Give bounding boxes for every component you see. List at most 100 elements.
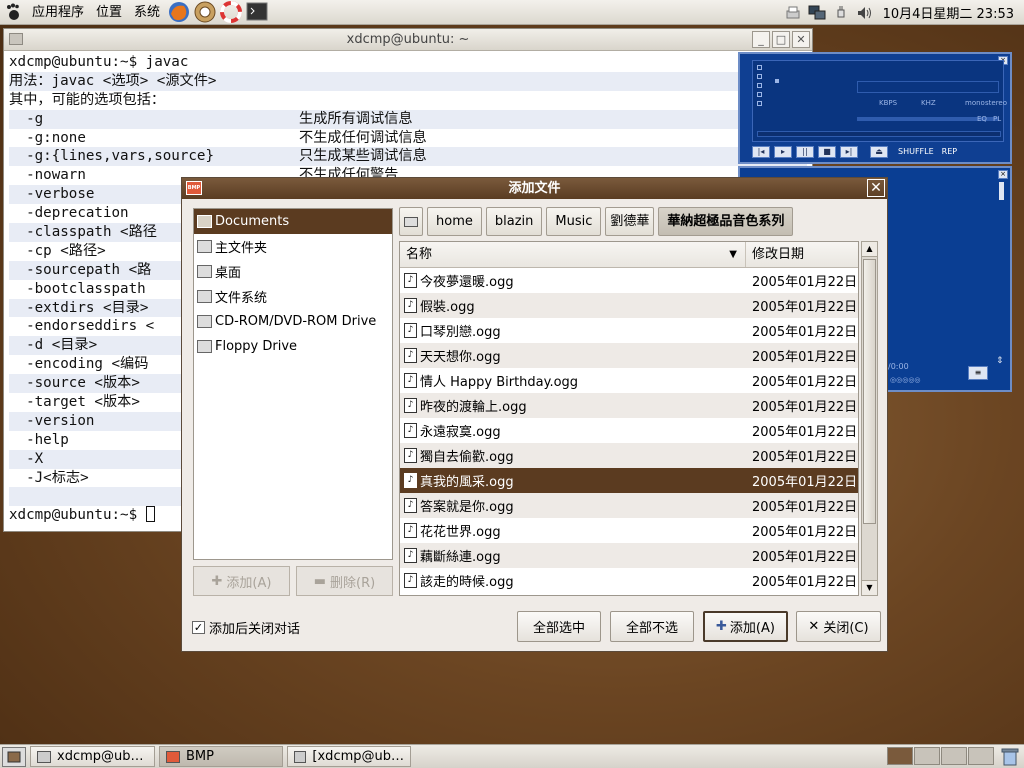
path-button-home[interactable]: home [427,207,482,236]
bmp-play-button[interactable]: ▸ [774,146,792,158]
terminal-line: 其中，可能的选项包括： [9,91,807,110]
volume-icon[interactable] [856,4,874,22]
audio-file-icon: ♪ [404,473,417,488]
taskbar-item-bmp[interactable]: BMP [159,746,283,767]
path-button-music[interactable]: Music [546,207,602,236]
window-menu-icon[interactable] [9,33,23,45]
file-list-scrollbar[interactable]: ▲ ▼ [861,241,878,596]
dialog-titlebar[interactable]: BMP 添加文件 ✕ [182,178,887,199]
taskbar-item-terminal-2[interactable]: [xdcmp@ub… [287,746,411,767]
bmp-pl-toggle[interactable]: PL [993,115,1001,123]
file-row[interactable]: ♪ 昨夜的渡輪上.ogg 2005年01月22日 [400,393,858,418]
add-place-label: 添加(A) [226,575,272,591]
maximize-button[interactable]: □ [772,31,790,48]
select-none-button[interactable]: 全部不选 [610,611,694,642]
workspace-4[interactable] [968,747,994,765]
path-root-button[interactable] [399,207,423,236]
gnome-foot-icon[interactable] [4,2,24,22]
clock[interactable]: 10月4日星期二 23:53 [883,3,1014,22]
workspace-2[interactable] [914,747,940,765]
bmp-seek-bar[interactable] [757,131,1001,137]
terminal-icon [294,750,307,763]
file-name-cell: ♪ 該走的時候.ogg [400,571,746,590]
place-item[interactable]: Floppy Drive [194,334,392,359]
bmp-next-button[interactable]: ▸| [840,146,858,158]
bmp-repeat-toggle[interactable]: REP [942,146,957,158]
menu-system[interactable]: 系统 [128,0,166,25]
remove-place-button[interactable]: ▬ 删除(R) [296,566,393,596]
place-item[interactable]: 主文件夹 [194,234,392,259]
place-item[interactable]: 桌面 [194,259,392,284]
select-all-button[interactable]: 全部选中 [517,611,601,642]
place-item[interactable]: Documents [194,209,392,234]
file-date: 2005年01月22日 [752,550,858,565]
file-row[interactable]: ♪ 永遠寂寞.ogg 2005年01月22日 [400,418,858,443]
help-icon[interactable] [194,1,216,23]
path-button-blazin[interactable]: blazin [485,207,543,236]
scroll-down-icon[interactable]: ▼ [862,580,877,595]
place-item[interactable]: CD-ROM/DVD-ROM Drive [194,309,392,334]
bmp-playlist-scroll-arrows[interactable]: ⇕ [996,356,1004,370]
file-row[interactable]: ♪ 口琴別戀.ogg 2005年01月22日 [400,318,858,343]
path-button-current[interactable]: 華納超極品音色系列 [658,207,794,236]
close-after-add-checkbox[interactable]: ✓ [192,621,205,634]
trash-icon[interactable] [1000,747,1020,766]
place-item[interactable]: 文件系统 [194,284,392,309]
close-after-add-checkbox-row[interactable]: ✓ 添加后关闭对话 [192,618,300,637]
bmp-eject-button[interactable]: ⏏ [870,146,888,158]
close-button[interactable]: ✕ [792,31,810,48]
file-row[interactable]: ♪ 獨自去偷歡.ogg 2005年01月22日 [400,443,858,468]
bmp-pause-button[interactable]: || [796,146,814,158]
bmp-prev-button[interactable]: |◂ [752,146,770,158]
workspace-3[interactable] [941,747,967,765]
place-label: 主文件夹 [215,241,268,256]
file-name-cell: ♪ 藕斷絲連.ogg [400,546,746,565]
show-desktop-icon[interactable] [2,746,26,767]
bmp-eq-toggle[interactable]: EQ [977,115,987,123]
dialog-close-icon[interactable]: ✕ [867,179,885,197]
file-row[interactable]: ♪ 藕斷絲連.ogg 2005年01月22日 [400,543,858,568]
lifebuoy-icon[interactable] [220,1,243,23]
add-place-button[interactable]: ✚ 添加(A) [193,566,290,596]
workspace-1[interactable] [887,747,913,765]
name-column-header[interactable]: 名称 ▼ [400,242,746,267]
menu-applications[interactable]: 应用程序 [26,0,90,25]
file-name-cell: ♪ 真我的風采.ogg [400,471,746,490]
file-date: 2005年01月22日 [752,400,858,415]
file-name: 藕斷絲連.ogg [420,550,501,565]
firefox-icon[interactable] [168,1,190,23]
terminal-titlebar[interactable]: xdcmp@ubuntu: ~ _ □ ✕ [4,29,812,51]
file-row[interactable]: ♪ 該走的時候.ogg 2005年01月22日 [400,568,858,593]
file-row[interactable]: ♪ 情人 Happy Birthday.ogg 2005年01月22日 [400,368,858,393]
close-dialog-button[interactable]: ✕ 关闭(C) [796,611,881,642]
printer-icon[interactable] [784,4,802,22]
minimize-button[interactable]: _ [752,31,770,48]
scroll-thumb[interactable] [863,259,876,524]
terminal-icon[interactable] [246,1,268,23]
file-row[interactable]: ♪ 假裝.ogg 2005年01月22日 [400,293,858,318]
file-name: 永遠寂寞.ogg [420,425,501,440]
bottom-panel: xdcmp@ub… BMP [xdcmp@ub… [0,744,1024,768]
bmp-playlist-menu-button[interactable]: ≡ [968,366,988,380]
taskbar-item-terminal[interactable]: xdcmp@ub… [30,746,155,767]
bmp-shuffle-toggle[interactable]: SHUFFLE [898,146,934,158]
add-button[interactable]: ✚ 添加(A) [703,611,788,642]
date-column-header[interactable]: 修改日期 [746,242,804,267]
file-row[interactable]: ♪ 答案就是你.ogg 2005年01月22日 [400,493,858,518]
scroll-up-icon[interactable]: ▲ [862,242,877,257]
file-row[interactable]: ♪ 花花世界.ogg 2005年01月22日 [400,518,858,543]
floppy-icon [197,340,212,353]
file-row[interactable]: ♪ 今夜夢還暖.ogg 2005年01月22日 [400,268,858,293]
power-plug-icon[interactable] [832,4,850,22]
taskbar-item-label: [xdcmp@ub… [312,749,404,764]
bmp-playlist-mini-controls[interactable]: ◎◎◎◎◎ [890,376,921,384]
bmp-playlist-close-icon[interactable]: × [998,170,1008,179]
menu-places[interactable]: 位置 [90,0,128,25]
bmp-stop-button[interactable]: ■ [818,146,836,158]
file-row[interactable]: ♪ 真我的風采.ogg 2005年01月22日 [400,468,858,493]
file-date: 2005年01月22日 [752,325,858,340]
network-icon[interactable] [808,4,826,22]
bmp-playlist-scrollbar[interactable] [999,182,1004,200]
path-button-artist[interactable]: 劉德華 [605,207,655,236]
file-row[interactable]: ♪ 天天想你.ogg 2005年01月22日 [400,343,858,368]
